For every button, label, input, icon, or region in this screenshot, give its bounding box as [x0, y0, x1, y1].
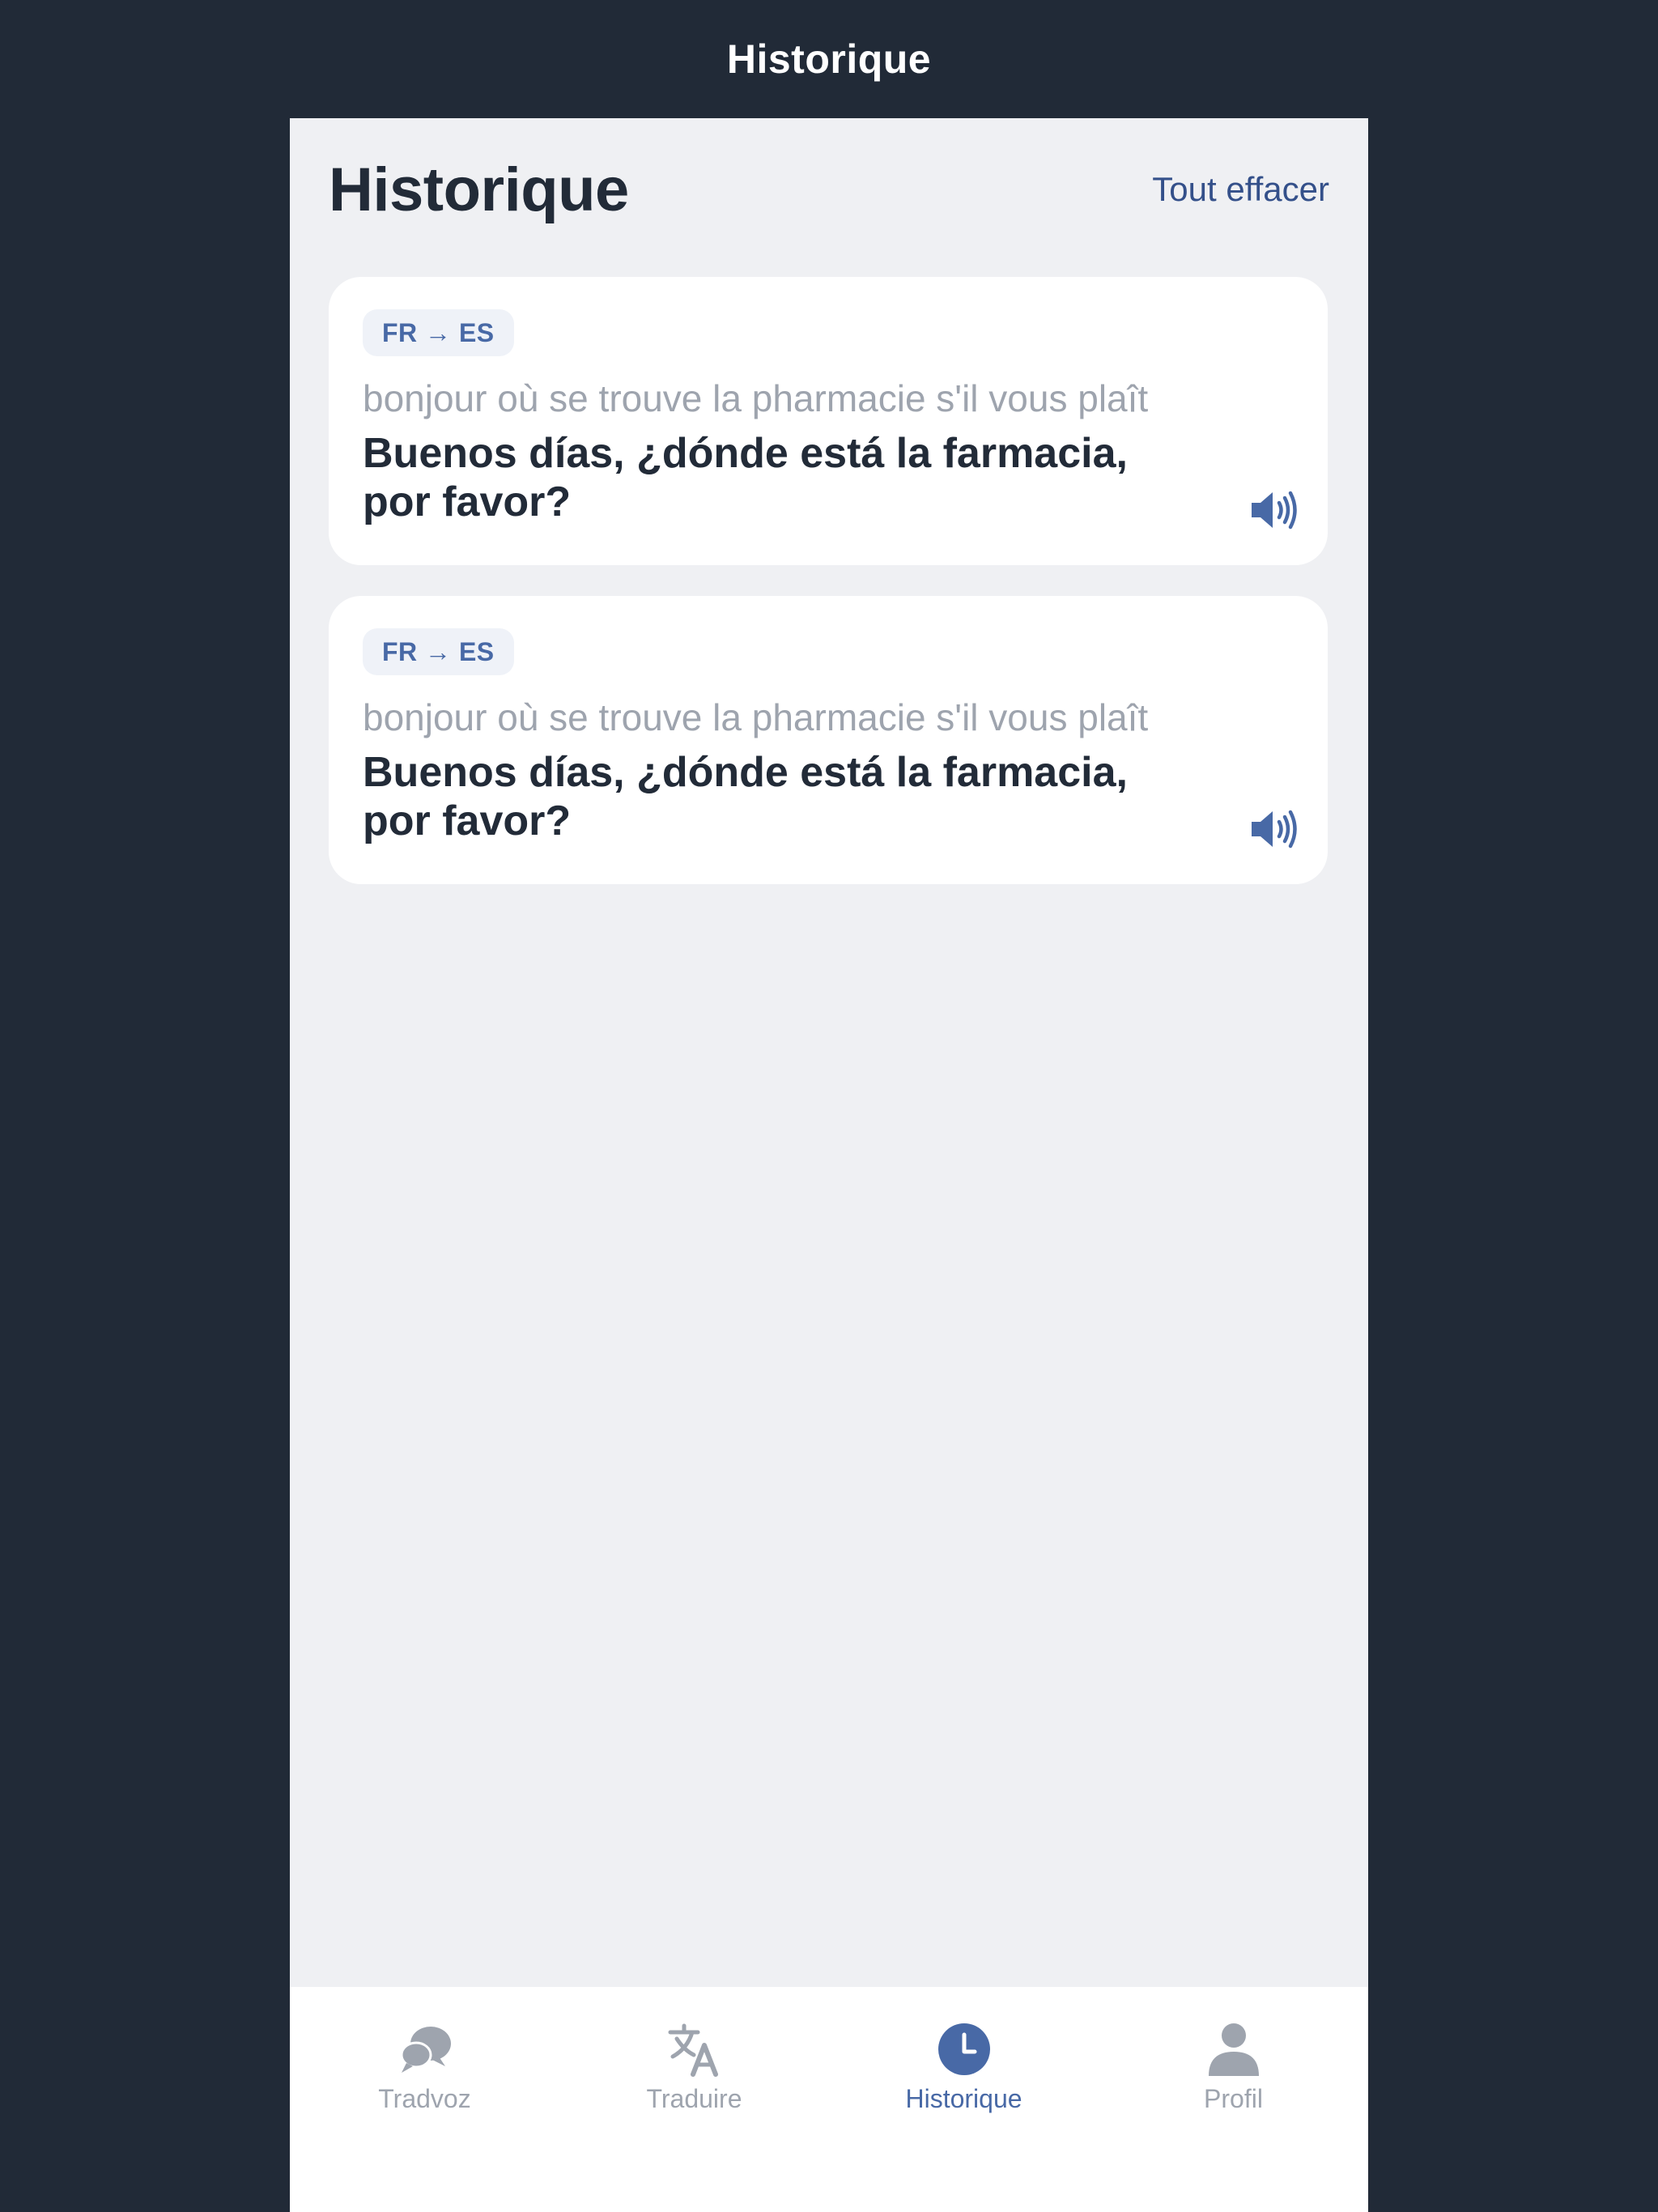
source-text: bonjour où se trouve la pharmacie s'il v… [363, 696, 1149, 738]
source-text: bonjour où se trouve la pharmacie s'il v… [363, 377, 1149, 419]
history-card[interactable]: FR → ES bonjour où se trouve la pharmaci… [329, 596, 1328, 884]
language-pair-badge: FR → ES [363, 309, 514, 356]
speaker-icon[interactable] [1250, 808, 1299, 850]
tab-historique[interactable]: Historique [829, 1987, 1099, 2212]
app-screen: Historique Tout effacer FR → ES bonjour … [290, 118, 1368, 2212]
bottom-tab-bar: Tradvoz Traduire Historique Profil [290, 1987, 1368, 2212]
page-title: Historique [329, 155, 629, 224]
tab-tradvoz[interactable]: Tradvoz [290, 1987, 559, 2212]
translated-text: Buenos días, ¿dónde está la farmacia, po… [363, 749, 1128, 844]
history-list: FR → ES bonjour où se trouve la pharmaci… [329, 277, 1328, 915]
chat-bubbles-icon [400, 2027, 451, 2073]
tab-label: Profil [1204, 2084, 1263, 2113]
tab-profil[interactable]: Profil [1099, 1987, 1368, 2212]
clear-all-button[interactable]: Tout effacer [1152, 170, 1329, 209]
window-title-bar: Historique [0, 0, 1658, 118]
history-card[interactable]: FR → ES bonjour où se trouve la pharmaci… [329, 277, 1328, 565]
translate-icon [668, 2023, 718, 2077]
window-title: Historique [726, 36, 932, 82]
person-icon [1208, 2023, 1259, 2076]
tab-traduire[interactable]: Traduire [559, 1987, 829, 2212]
tab-label: Traduire [646, 2084, 742, 2113]
language-pair-badge: FR → ES [363, 628, 514, 675]
page-header: Historique Tout effacer [329, 151, 1329, 228]
tab-label: Historique [905, 2084, 1022, 2113]
speaker-icon[interactable] [1250, 489, 1299, 531]
clock-icon [937, 2023, 990, 2075]
translated-text: Buenos días, ¿dónde está la farmacia, po… [363, 430, 1128, 525]
tab-label: Tradvoz [378, 2084, 471, 2113]
